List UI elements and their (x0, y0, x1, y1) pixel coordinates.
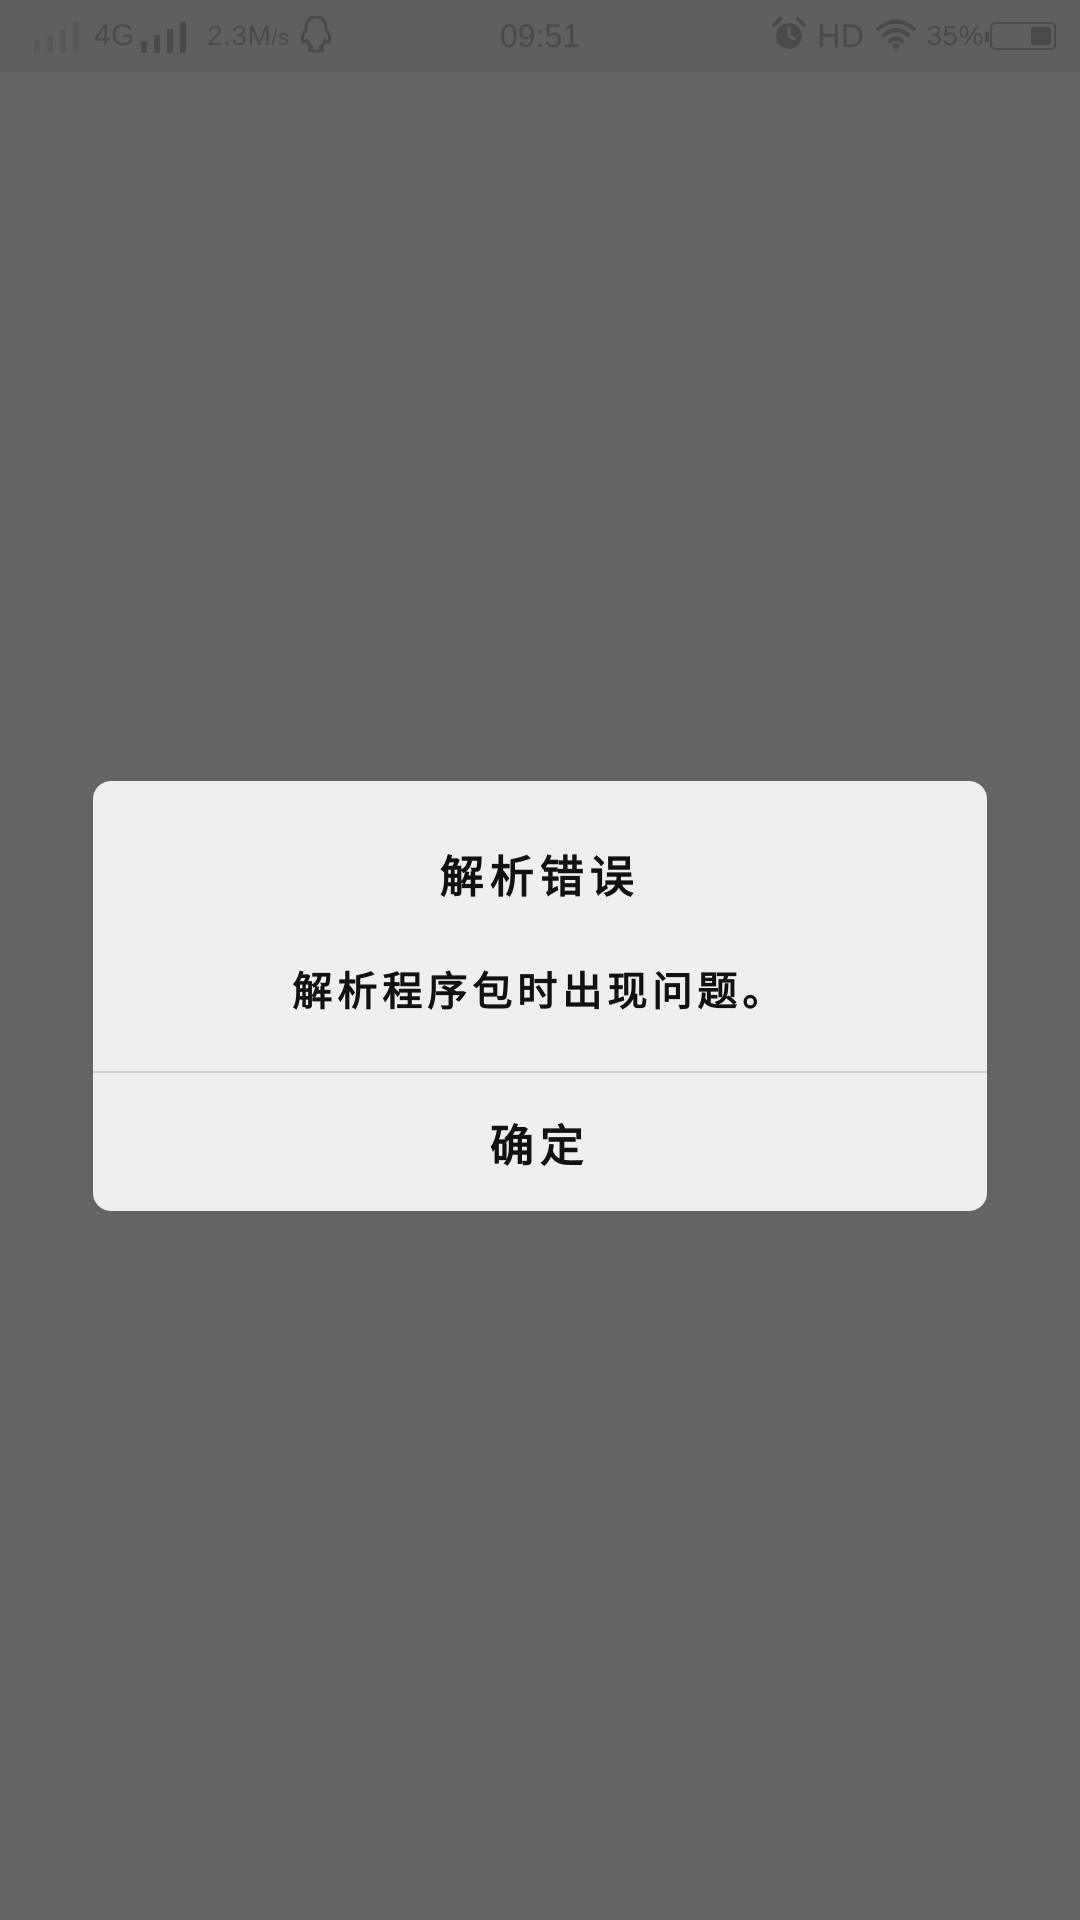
network-speed: 2.3M/s (207, 20, 289, 52)
qq-icon (297, 14, 335, 58)
dialog-message: 解析程序包时出现问题。 (292, 968, 788, 1015)
status-bar: 4G 2.3M/s 09:51 HD 35% (0, 0, 1080, 72)
clock: 09:51 (499, 17, 581, 54)
status-bar-right: HD 35% (771, 0, 1056, 72)
dialog-title: 解析错误 (440, 852, 640, 903)
network-speed-value: 2.3M (207, 20, 272, 51)
network-type-label: 4G (94, 19, 136, 52)
signal-icon-sim2 (141, 19, 193, 53)
status-bar-left: 4G 2.3M/s (34, 0, 335, 72)
parse-error-dialog: 解析错误 解析程序包时出现问题。 确定 (93, 781, 987, 1211)
battery-icon (985, 22, 1056, 50)
confirm-button[interactable]: 确定 (93, 1073, 987, 1211)
signal-icon-sim1 (34, 19, 86, 53)
battery-level (1031, 27, 1051, 45)
wifi-icon (876, 18, 917, 54)
alarm-icon (771, 16, 807, 56)
hd-label: HD (817, 17, 865, 54)
network-speed-unit: /s (271, 25, 290, 50)
battery-nub (985, 32, 989, 42)
battery-percent: 35% (926, 20, 984, 51)
